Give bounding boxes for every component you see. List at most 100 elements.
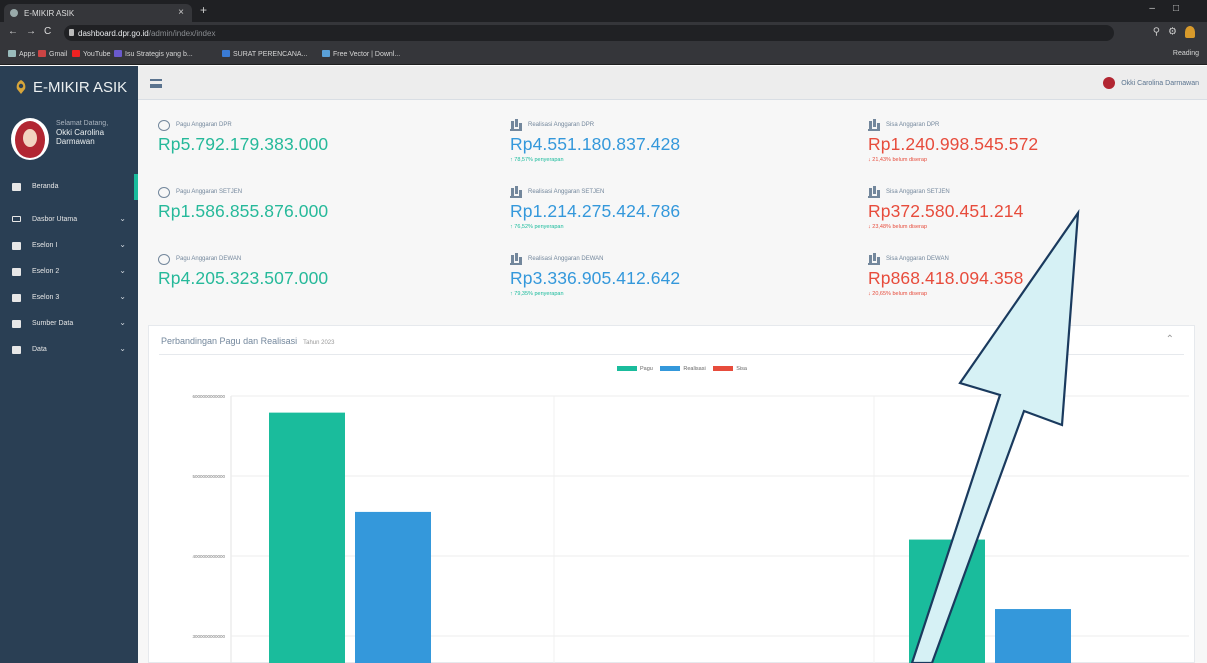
legend-label-realisasi: Realisasi: [683, 366, 706, 372]
table-icon: [12, 268, 21, 276]
stat-percentage: ↓ 23,48% belum diserap: [868, 224, 928, 230]
stat-value: Rp1.240.998.545.572: [868, 134, 1039, 154]
chevron-down-icon: ⌄: [119, 344, 126, 353]
chevron-down-icon: ⌄: [119, 292, 126, 301]
sidebar: E-MIKIR ASIK Selamat Datang, Okki Caroli…: [0, 66, 138, 663]
clock-icon: [158, 187, 170, 198]
sidebar-item-eselon-2[interactable]: Eselon 2 ⌄: [0, 259, 138, 285]
y-tick-label: 4000000000000: [192, 554, 225, 559]
legend-swatch-sisa: [713, 366, 734, 372]
stat-percentage: ↑ 78,57% penyerapan: [510, 157, 564, 163]
address-bar-row: ←→C dashboard.dpr.go.id/admin/index/inde…: [0, 22, 1207, 44]
profile-icon[interactable]: [1185, 26, 1195, 38]
bookmark-youtube[interactable]: YouTube: [72, 50, 111, 58]
chart-panel: Perbandingan Pagu dan Realisasi Tahun 202…: [148, 325, 1195, 663]
stat-value: Rp4.205.323.507.000: [158, 268, 329, 288]
panel-year: Tahun 2023: [303, 340, 335, 346]
bookmark-isu-strategis[interactable]: Isu Strategis yang b...: [114, 50, 193, 58]
database-icon: [12, 346, 21, 354]
new-tab-button[interactable]: +: [200, 3, 207, 17]
chevron-down-icon: ⌄: [119, 318, 126, 327]
bookmark-free-vector[interactable]: Free Vector | Downl...: [322, 50, 400, 58]
url-field[interactable]: dashboard.dpr.go.id/admin/index/index: [64, 25, 1114, 41]
avatar: [1103, 77, 1116, 89]
stat-value: Rp1.586.855.876.000: [158, 201, 329, 221]
topnav-user-name: Okki Carolina Darmawan: [1121, 79, 1199, 87]
welcome-text: Selamat Datang,: [56, 120, 109, 127]
close-tab-icon[interactable]: ×: [178, 7, 184, 18]
user-menu[interactable]: Okki Carolina Darmawan: [1103, 77, 1199, 89]
bookmark-gmail[interactable]: Gmail: [38, 50, 67, 58]
stat-label: Sisa Anggaran DEWAN: [886, 256, 949, 262]
stat-percentage: ↑ 76,52% penyerapan: [510, 224, 564, 230]
legend-label-pagu: Pagu: [640, 366, 653, 372]
stat-value: Rp3.336.905.412.642: [510, 268, 681, 288]
chart-legend[interactable]: Pagu Realisasi Sisa: [611, 366, 747, 372]
chart-icon: [868, 187, 880, 198]
table-icon: [12, 294, 21, 302]
stat-value: Rp372.580.451.214: [868, 201, 1024, 221]
y-tick-label: 3000000000000: [192, 634, 225, 639]
stat-percentage: ↓ 21,43% belum diserap: [868, 157, 928, 163]
chart-icon: [510, 120, 522, 131]
logo-icon: [16, 80, 26, 94]
stat-label: Sisa Anggaran DPR: [886, 122, 940, 128]
url-path: /admin/index/index: [148, 29, 216, 38]
stat-value: Rp4.551.180.837.428: [510, 134, 681, 154]
stat-label: Pagu Anggaran DEWAN: [176, 256, 242, 262]
bar-realisasi-2[interactable]: [995, 609, 1071, 663]
chevron-down-icon: ⌄: [119, 266, 126, 275]
bar-realisasi-0[interactable]: [355, 511, 431, 663]
browser-tab-title: E-MIKIR ASIK: [24, 9, 75, 18]
y-tick-label: 5000000000000: [192, 474, 225, 479]
reading-list[interactable]: Reading: [1173, 50, 1199, 57]
chart-icon: [868, 254, 880, 265]
sidebar-item-eselon-3[interactable]: Eselon 3 ⌄: [0, 285, 138, 311]
bookmark-apps[interactable]: Apps: [8, 50, 35, 58]
home-icon: [12, 183, 21, 191]
chart-icon: [868, 120, 880, 131]
stat-label: Pagu Anggaran SETJEN: [176, 189, 243, 195]
brand-title: E-MIKIR ASIK: [33, 79, 128, 96]
sidebar-item-beranda[interactable]: Beranda: [0, 174, 138, 200]
clock-icon: [158, 120, 170, 131]
menu-toggle-icon[interactable]: [150, 79, 162, 88]
home-icon: [12, 320, 21, 328]
window-controls[interactable]: –□: [1149, 3, 1197, 14]
browser-tab[interactable]: E-MIKIR ASIK ×: [4, 4, 192, 22]
chevron-down-icon: ⌄: [119, 240, 126, 249]
navigation-buttons[interactable]: ←→C: [8, 26, 59, 37]
stat-label: Realisasi Anggaran SETJEN: [528, 189, 605, 195]
divider: [159, 354, 1184, 355]
bookmark-surat-perencana[interactable]: SURAT PERENCANA...: [222, 50, 307, 58]
brand[interactable]: E-MIKIR ASIK: [0, 66, 138, 108]
browser-toolbar-icons[interactable]: ⚲⚙: [1153, 26, 1195, 38]
stat-label: Pagu Anggaran DPR: [176, 122, 232, 128]
sidebar-user-name: Okki Carolina Darmawan: [56, 128, 105, 146]
favicon-icon: [10, 9, 18, 17]
chart-icon: [510, 254, 522, 265]
y-tick-label: 6000000000000: [192, 394, 225, 399]
bar-pagu-2[interactable]: [909, 539, 985, 663]
bar-chart: 6000000000000 5000000000000 4000000000000 3…: [192, 394, 1189, 663]
edit-icon: [12, 242, 21, 250]
collapse-icon[interactable]: ⌃: [1166, 334, 1174, 345]
panel-title: Perbandingan Pagu dan Realisasi Tahun 202…: [161, 336, 335, 346]
stat-percentage: ↓ 20,65% belum diserap: [868, 291, 928, 297]
sidebar-item-dasbor-utama[interactable]: Dasbor Utama ⌄: [0, 207, 138, 233]
bar-pagu-0[interactable]: [269, 412, 345, 663]
sidebar-item-sumber-data[interactable]: Sumber Data ⌄: [0, 311, 138, 337]
legend-swatch-pagu: [617, 366, 637, 372]
chevron-down-icon: ⌄: [119, 214, 126, 223]
sidebar-item-data[interactable]: Data ⌄: [0, 337, 138, 363]
stat-label: Sisa Anggaran SETJEN: [886, 189, 950, 195]
sidebar-item-eselon-1[interactable]: Eselon I ⌄: [0, 233, 138, 259]
chart-icon: [510, 187, 522, 198]
legend-swatch-realisasi: [660, 366, 681, 372]
main-content: Pagu Anggaran DPR Rp5.792.179.383.000 Re…: [138, 100, 1207, 663]
stat-percentage: ↑ 79,35% penyerapan: [510, 291, 564, 297]
stat-value: Rp5.792.179.383.000: [158, 134, 329, 154]
browser-tab-strip: E-MIKIR ASIK × + –□: [0, 0, 1207, 22]
url-host: dashboard.dpr.go.id: [78, 29, 149, 38]
stat-value: Rp1.214.275.424.786: [510, 201, 681, 221]
